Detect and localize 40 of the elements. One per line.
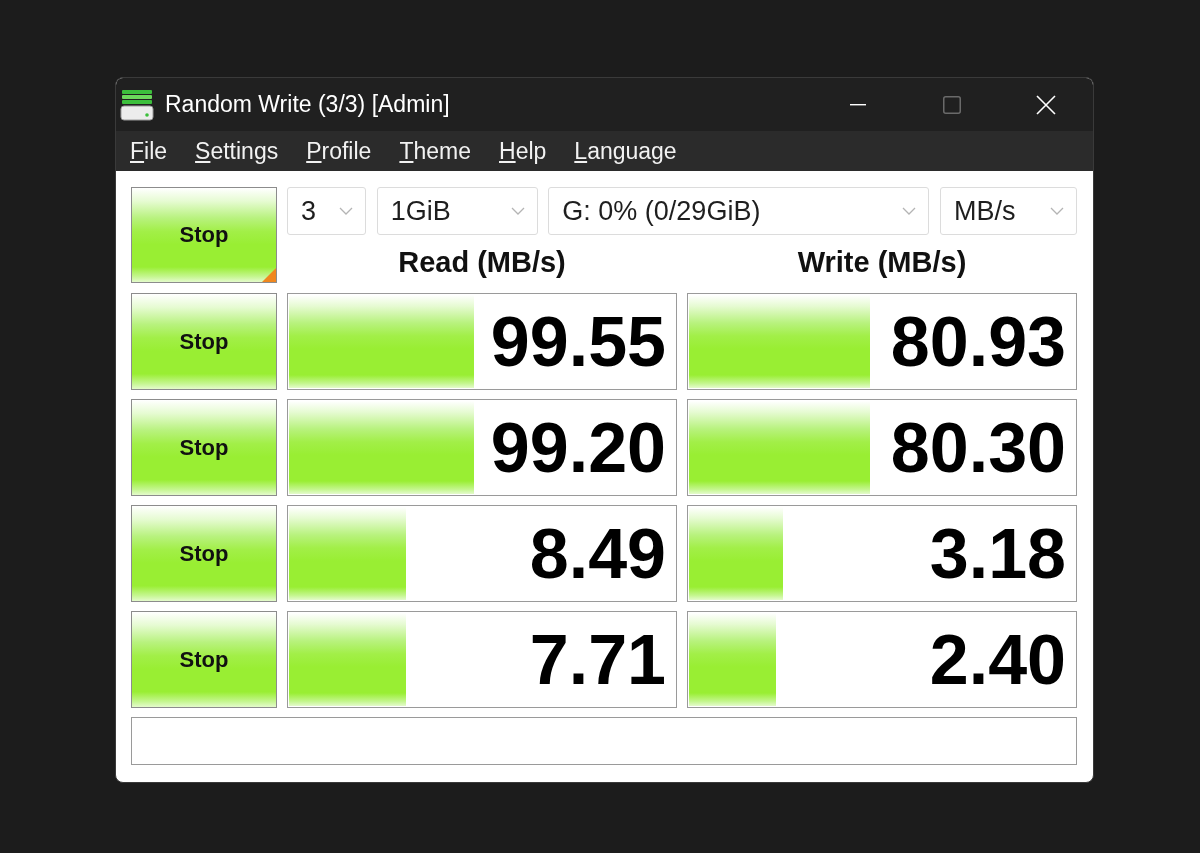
speed-value: 2.40	[929, 624, 1066, 695]
menu-item[interactable]: Language	[560, 131, 691, 171]
menu-item[interactable]: Settings	[181, 131, 293, 171]
chevron-down-icon	[510, 207, 525, 215]
dropdown-value: 3	[301, 195, 317, 227]
comment-field[interactable]	[131, 717, 1077, 765]
corner-mark-icon	[262, 268, 276, 282]
dropdown-value: 1GiB	[390, 195, 451, 227]
speed-value: 7.71	[529, 624, 666, 695]
test-stop-button[interactable]: Stop	[131, 611, 277, 708]
column-header: Write (MB/s)	[797, 246, 967, 279]
dropdown[interactable]: G: 0% (0/29GiB)	[548, 187, 930, 235]
minimize-icon	[850, 103, 866, 106]
window-title: Random Write (3/3) [Admin]	[165, 91, 451, 118]
menu-item[interactable]: File	[116, 131, 182, 171]
speed-value: 80.30	[890, 412, 1066, 483]
test-stop-button[interactable]: Stop	[131, 505, 277, 602]
maximize-icon	[943, 95, 961, 114]
test-stop-button[interactable]: Stop	[131, 399, 277, 496]
chevron-down-icon	[339, 207, 353, 215]
all-stop-button[interactable]: Stop	[131, 187, 277, 283]
chevron-down-icon	[902, 207, 917, 215]
speed-value: 80.93	[890, 306, 1066, 377]
test-stop-button[interactable]: Stop	[131, 293, 277, 390]
drive-icon	[120, 88, 154, 121]
dropdown-value: MB/s	[953, 195, 1016, 227]
menu-item[interactable]: Help	[485, 131, 561, 171]
speed-value: 99.20	[490, 412, 666, 483]
menu-item[interactable]: Theme	[385, 131, 485, 171]
dropdown[interactable]: MB/s	[939, 187, 1077, 235]
chevron-down-icon	[1049, 207, 1064, 215]
dropdown[interactable]: 1GiB	[376, 187, 538, 235]
dropdown[interactable]: 3	[287, 187, 366, 235]
close-icon	[1036, 94, 1056, 115]
menu-item[interactable]: Profile	[292, 131, 386, 171]
speed-value: 3.18	[929, 518, 1066, 589]
speed-value: 99.55	[490, 306, 666, 377]
dropdown-value: G: 0% (0/29GiB)	[562, 195, 761, 227]
column-header: Read (MB/s)	[398, 246, 566, 279]
speed-value: 8.49	[529, 518, 666, 589]
